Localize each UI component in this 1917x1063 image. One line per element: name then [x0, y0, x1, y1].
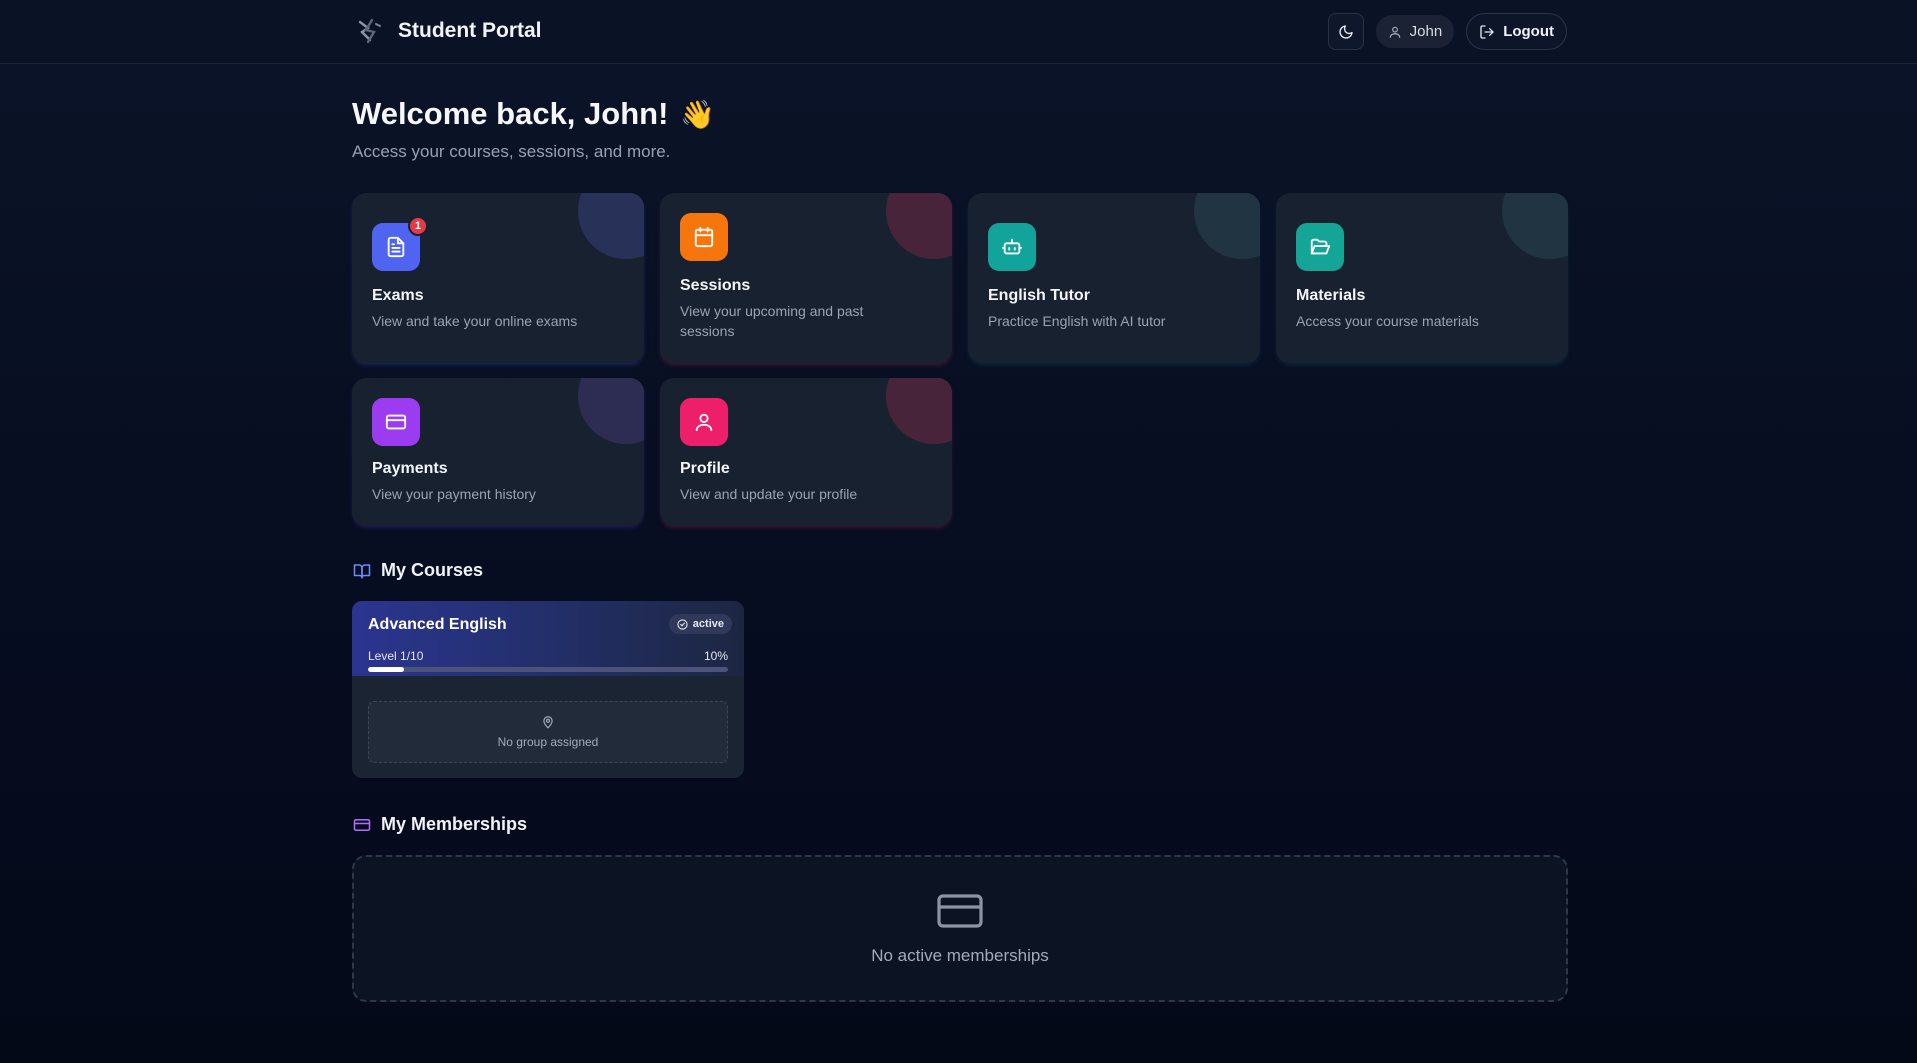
memberships-empty-state: No active memberships	[352, 855, 1568, 1002]
credit-card-icon	[353, 818, 371, 831]
card-description: View and take your online exams	[372, 313, 578, 329]
logout-icon	[1480, 24, 1494, 39]
calendar-icon	[694, 226, 714, 248]
welcome-section: Welcome back, John! 👋 Access your course…	[352, 96, 715, 162]
empty-text: No active memberships	[871, 945, 1049, 965]
header-actions: John Logout	[1327, 13, 1567, 50]
courses-title: My Courses	[381, 560, 484, 580]
folder-icon	[1310, 238, 1331, 255]
card-description: Access your course materials	[1296, 313, 1479, 329]
credit-card-icon	[385, 414, 407, 430]
card-decoration	[1194, 193, 1260, 259]
sessions-icon-tile	[680, 213, 728, 261]
payments-icon-tile	[372, 398, 420, 446]
logout-label: Logout	[1503, 23, 1554, 40]
card-decoration	[578, 378, 644, 444]
user-name: John	[1409, 23, 1443, 40]
course-name: Advanced English	[368, 616, 507, 633]
map-pin-icon	[543, 716, 553, 729]
bot-icon	[1001, 238, 1023, 255]
card-title: Profile	[680, 460, 730, 477]
card-title: Exams	[372, 287, 424, 304]
logout-button[interactable]: Logout	[1466, 13, 1567, 50]
card-description: Practice English with AI tutor	[988, 313, 1166, 329]
card-decoration	[1502, 193, 1568, 259]
materials-icon-tile	[1296, 223, 1344, 271]
card-sessions[interactable]: Sessions View your upcoming and past ses…	[660, 193, 952, 363]
group-text: No group assigned	[497, 735, 599, 749]
progress-bar	[368, 667, 728, 672]
document-icon	[387, 236, 405, 258]
card-english-tutor[interactable]: English Tutor Practice English with AI t…	[968, 193, 1260, 363]
level-label: Level 1/10	[368, 649, 424, 663]
status-text: active	[692, 618, 724, 630]
courses-heading: My Courses	[352, 560, 483, 581]
card-exams[interactable]: 1 Exams View and take your online exams	[352, 193, 644, 363]
brand-title: Student Portal	[398, 19, 542, 42]
card-materials[interactable]: Materials Access your course materials	[1276, 193, 1568, 363]
card-title: English Tutor	[988, 287, 1090, 304]
moon-icon	[1339, 24, 1353, 39]
wave-emoji: 👋	[680, 98, 716, 130]
top-navbar: Student Portal John Logout	[0, 0, 1917, 64]
page-title: Welcome back, John! 👋	[352, 96, 715, 132]
profile-icon-tile	[680, 398, 728, 446]
memberships-title: My Memberships	[381, 814, 528, 834]
card-title: Payments	[372, 460, 448, 477]
card-profile[interactable]: Profile View and update your profile	[660, 378, 952, 526]
user-icon	[1389, 26, 1400, 38]
progress-fill	[368, 667, 404, 672]
logo-icon	[358, 18, 381, 44]
welcome-subtitle: Access your courses, sessions, and more.	[352, 142, 671, 161]
english-tutor-icon-tile	[988, 223, 1036, 271]
course-card[interactable]: Advanced English active Level 1/10 10% N…	[352, 601, 744, 778]
user-icon	[695, 413, 713, 432]
progress-percent: 10%	[703, 649, 728, 663]
card-payments[interactable]: Payments View your payment history	[352, 378, 644, 526]
card-decoration	[578, 193, 644, 259]
credit-card-icon	[937, 893, 983, 928]
welcome-title: Welcome back, John!	[352, 96, 669, 131]
theme-toggle-button[interactable]	[1327, 13, 1364, 50]
card-description: View your upcoming and past sessions	[680, 303, 864, 339]
status-badge: active	[668, 614, 732, 634]
user-menu-button[interactable]: John	[1375, 15, 1455, 48]
page: Student Portal John Logout Welcome back,…	[0, 0, 1917, 1063]
brand[interactable]: Student Portal	[352, 14, 542, 48]
card-description: View your payment history	[372, 486, 536, 502]
card-description: View and update your profile	[680, 486, 858, 502]
card-title: Materials	[1296, 287, 1366, 304]
card-decoration	[886, 193, 952, 259]
book-icon	[353, 563, 371, 578]
card-decoration	[886, 378, 952, 444]
course-header: Advanced English active Level 1/10 10%	[352, 601, 744, 676]
group-info: No group assigned	[368, 701, 728, 763]
memberships-heading: My Memberships	[352, 814, 527, 835]
notification-badge: 1	[408, 216, 428, 236]
card-title: Sessions	[680, 277, 751, 294]
check-circle-icon	[677, 618, 688, 630]
